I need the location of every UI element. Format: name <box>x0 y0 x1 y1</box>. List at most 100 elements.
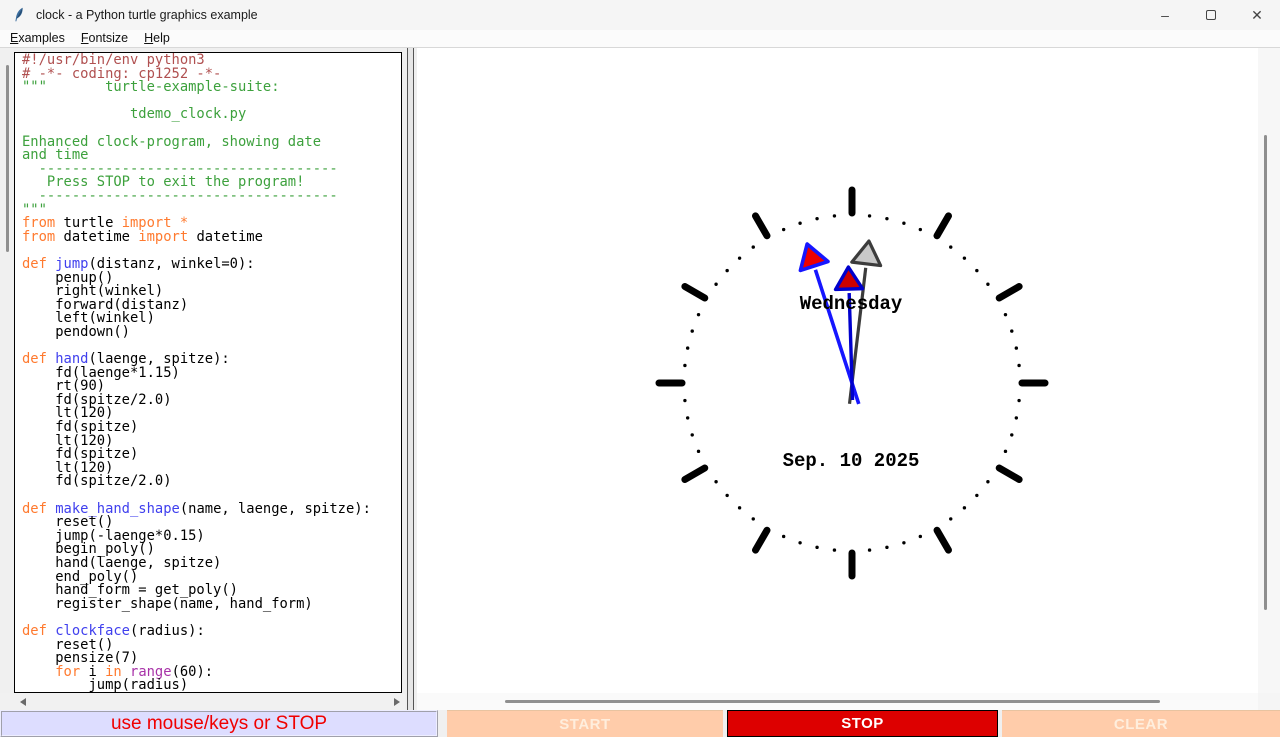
minute-dot <box>686 416 689 419</box>
canvas-hscroll-thumb[interactable] <box>505 700 1160 703</box>
canvas-horizontal-scrollbar[interactable] <box>417 693 1258 710</box>
minute-dot <box>798 222 801 225</box>
minute-dot <box>738 506 741 509</box>
minute-dot <box>1010 433 1013 436</box>
minute-dot <box>782 228 785 231</box>
scroll-right-icon[interactable] <box>394 698 400 706</box>
hour-mark <box>937 216 949 236</box>
close-icon: ✕ <box>1251 7 1263 24</box>
minute-dot <box>815 546 818 549</box>
minute-dot <box>697 450 700 453</box>
minute-dot <box>963 256 966 259</box>
scroll-left-icon[interactable] <box>20 698 26 706</box>
title-bar: clock - a Python turtle graphics example… <box>0 0 1280 30</box>
minute-dot <box>833 214 836 217</box>
minute-dot <box>1017 399 1020 402</box>
menu-examples[interactable]: Examples <box>2 30 73 47</box>
minimize-icon: – <box>1161 7 1169 23</box>
minute-dot <box>683 399 686 402</box>
minute-dot <box>975 494 978 497</box>
minute-dot <box>902 222 905 225</box>
minimize-button[interactable]: – <box>1142 0 1188 30</box>
editor-vertical-scrollbar[interactable] <box>0 48 14 693</box>
canvas-vscroll-thumb[interactable] <box>1264 135 1267 610</box>
menu-bar: Examples Fontsize Help <box>0 30 1280 48</box>
minute-dot <box>683 364 686 367</box>
minute-dot <box>963 506 966 509</box>
maximize-button[interactable] <box>1188 0 1234 30</box>
minute-dot <box>752 517 755 520</box>
editor-horizontal-scrollbar[interactable] <box>0 693 405 710</box>
start-button[interactable]: START <box>447 710 723 737</box>
hour-mark <box>685 287 705 299</box>
minute-dot <box>885 217 888 220</box>
clear-button[interactable]: CLEAR <box>1002 710 1280 737</box>
minute-dot <box>1004 450 1007 453</box>
window-title: clock - a Python turtle graphics example <box>36 8 258 22</box>
code-line: from datetime import datetime <box>22 231 401 245</box>
minute-dot <box>725 269 728 272</box>
hour-hand <box>835 267 866 401</box>
close-button[interactable]: ✕ <box>1234 0 1280 30</box>
minute-dot <box>986 283 989 286</box>
code-line: pendown() <box>22 326 401 340</box>
stop-button[interactable]: STOP <box>727 710 998 737</box>
code-line: ------------------------------------ <box>22 190 401 204</box>
minute-dot <box>902 541 905 544</box>
source-code-viewer[interactable]: #!/usr/bin/env python3# -*- coding: cp12… <box>14 52 402 693</box>
code-line: """ turtle-example-suite: <box>22 81 401 95</box>
turtledemo-window: clock - a Python turtle graphics example… <box>0 0 1280 737</box>
minute-dot <box>738 256 741 259</box>
minute-dot <box>919 228 922 231</box>
minute-dot <box>868 548 871 551</box>
minute-dot <box>833 548 836 551</box>
minute-dot <box>1010 329 1013 332</box>
hour-mark <box>756 530 768 550</box>
hour-mark <box>685 468 705 480</box>
minute-dot <box>752 245 755 248</box>
editor-vscroll-thumb[interactable] <box>6 65 9 252</box>
python-feather-icon <box>11 7 27 23</box>
minute-dot <box>949 245 952 248</box>
pane-sash[interactable] <box>407 48 414 710</box>
canvas-vertical-scrollbar[interactable] <box>1258 48 1280 693</box>
menu-help[interactable]: Help <box>136 30 178 47</box>
main-pane: #!/usr/bin/env python3# -*- coding: cp12… <box>0 48 1280 710</box>
code-line: fd(spitze/2.0) <box>22 475 401 489</box>
minute-hand <box>793 240 872 409</box>
minute-dot <box>949 517 952 520</box>
code-line: tdemo_clock.py <box>22 108 401 122</box>
minute-dot <box>868 214 871 217</box>
turtle-canvas[interactable]: WednesdaySep. 10 2025 <box>417 48 1258 693</box>
clock-drawing: WednesdaySep. 10 2025 <box>417 48 1258 693</box>
minute-dot <box>697 313 700 316</box>
control-bar: use mouse/keys or STOP START STOP CLEAR <box>0 710 1280 737</box>
minute-dot <box>885 546 888 549</box>
minute-dot <box>1017 364 1020 367</box>
scrollbar-corner <box>1258 693 1280 710</box>
minute-dot <box>782 535 785 538</box>
menu-fontsize[interactable]: Fontsize <box>73 30 136 47</box>
minute-dot <box>815 217 818 220</box>
minute-dot <box>1004 313 1007 316</box>
minute-dot <box>714 283 717 286</box>
minute-dot <box>919 535 922 538</box>
code-line: register_shape(name, hand_form) <box>22 598 401 612</box>
minute-dot <box>975 269 978 272</box>
minute-dot <box>986 480 989 483</box>
minute-dot <box>1015 346 1018 349</box>
second-hand <box>835 239 883 405</box>
minute-dot <box>1015 416 1018 419</box>
hour-mark <box>999 287 1019 299</box>
maximize-icon <box>1206 10 1216 20</box>
minute-dot <box>691 433 694 436</box>
status-label: use mouse/keys or STOP <box>0 710 438 737</box>
code-line: jump(radius) <box>22 679 401 693</box>
hour-mark <box>937 530 949 550</box>
hour-mark <box>999 468 1019 480</box>
clock-date-label: Sep. 10 2025 <box>783 450 920 472</box>
minute-dot <box>725 494 728 497</box>
minute-dot <box>691 329 694 332</box>
minute-dot <box>798 541 801 544</box>
minute-dot <box>714 480 717 483</box>
